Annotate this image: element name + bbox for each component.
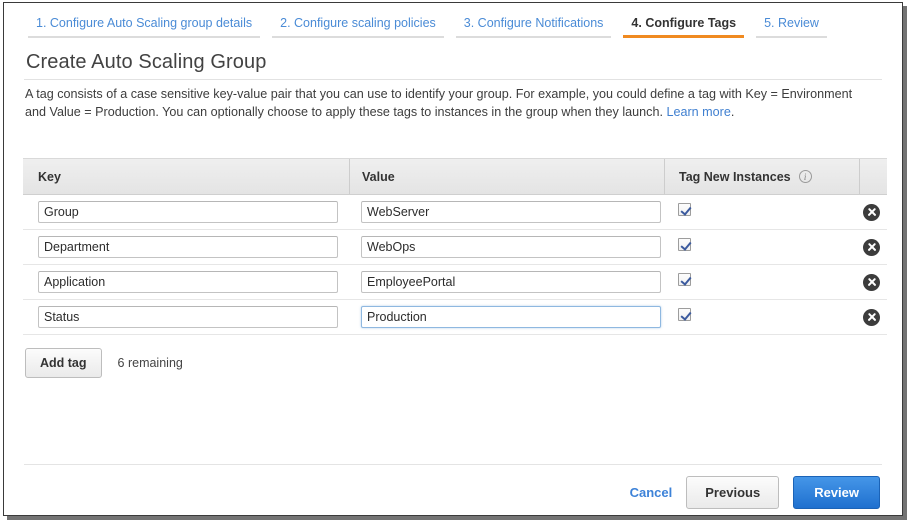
- tab-active-underline: [623, 35, 745, 38]
- tag-key-input[interactable]: [38, 271, 338, 293]
- tab-label: 3. Configure Notifications: [463, 16, 604, 30]
- cell-value: [349, 306, 664, 328]
- tag-value-input[interactable]: [361, 271, 661, 293]
- tags-remaining-label: 6 remaining: [117, 356, 183, 370]
- screenshot-root: 1. Configure Auto Scaling group details …: [0, 0, 910, 525]
- tab-label: 5. Review: [764, 16, 819, 30]
- tab-underline: [28, 36, 261, 38]
- table-row: [23, 300, 887, 335]
- wizard-tab-bar: 1. Configure Auto Scaling group details …: [22, 13, 884, 41]
- cell-key: [23, 201, 349, 223]
- window-content: 1. Configure Auto Scaling group details …: [4, 3, 902, 515]
- review-button[interactable]: Review: [793, 476, 880, 509]
- cell-value: [349, 236, 664, 258]
- tab-underline: [272, 36, 444, 38]
- tag-new-instances-checkbox[interactable]: [678, 308, 691, 321]
- tab-configure-group-details[interactable]: 1. Configure Auto Scaling group details: [22, 13, 266, 38]
- tags-table: Key Value Tag New Instances i: [23, 158, 887, 335]
- column-header-key: Key: [38, 169, 61, 184]
- tag-value-input[interactable]: [361, 236, 661, 258]
- cell-tag-new-instances: [664, 273, 859, 291]
- cell-key: [23, 271, 349, 293]
- remove-tag-icon[interactable]: [863, 238, 880, 256]
- title-divider: [24, 79, 882, 80]
- tag-value-input[interactable]: [361, 201, 661, 223]
- remove-tag-icon[interactable]: [863, 203, 880, 221]
- tab-label: 1. Configure Auto Scaling group details: [36, 16, 253, 30]
- tags-table-header: Key Value Tag New Instances i: [23, 158, 887, 195]
- add-tag-row: Add tag 6 remaining: [25, 348, 183, 378]
- cell-value: [349, 201, 664, 223]
- cell-key: [23, 236, 349, 258]
- table-row: [23, 265, 887, 300]
- tag-new-instances-checkbox[interactable]: [678, 238, 691, 251]
- cell-value: [349, 271, 664, 293]
- column-header-label: Tag New Instances: [679, 169, 791, 184]
- info-icon[interactable]: i: [798, 170, 812, 183]
- column-header-actions: [859, 159, 887, 194]
- tag-key-input[interactable]: [38, 306, 338, 328]
- tab-configure-scaling-policies[interactable]: 2. Configure scaling policies: [266, 13, 450, 38]
- tab-underline: [756, 36, 827, 38]
- cell-tag-new-instances: [664, 203, 859, 221]
- cancel-link[interactable]: Cancel: [630, 485, 673, 500]
- tag-new-instances-checkbox[interactable]: [678, 203, 691, 216]
- remove-tag-icon[interactable]: [863, 308, 880, 326]
- table-row: [23, 195, 887, 230]
- previous-button[interactable]: Previous: [686, 476, 780, 509]
- cell-actions: [859, 308, 887, 326]
- add-tag-button[interactable]: Add tag: [25, 348, 102, 378]
- page-description: A tag consists of a case sensitive key-v…: [25, 85, 870, 121]
- tag-key-input[interactable]: [38, 201, 338, 223]
- tag-value-input[interactable]: [361, 306, 661, 328]
- table-row: [23, 230, 887, 265]
- column-header-tag-new-instances: Tag New Instances i: [664, 159, 859, 194]
- tag-key-input[interactable]: [38, 236, 338, 258]
- cell-tag-new-instances: [664, 308, 859, 326]
- tab-review[interactable]: 5. Review: [750, 13, 833, 38]
- tag-new-instances-checkbox[interactable]: [678, 273, 691, 286]
- cell-key: [23, 306, 349, 328]
- cell-actions: [859, 273, 887, 291]
- browser-window: 1. Configure Auto Scaling group details …: [3, 2, 903, 516]
- learn-more-link[interactable]: Learn more: [666, 105, 730, 119]
- column-header-value: Value: [349, 159, 664, 194]
- cell-actions: [859, 238, 887, 256]
- footer-divider: [24, 464, 882, 465]
- tab-configure-notifications[interactable]: 3. Configure Notifications: [450, 13, 618, 38]
- page-title: Create Auto Scaling Group: [26, 51, 267, 73]
- cell-tag-new-instances: [664, 238, 859, 256]
- tab-label: 4. Configure Tags: [631, 16, 737, 30]
- cell-actions: [859, 203, 887, 221]
- remove-tag-icon[interactable]: [863, 273, 880, 291]
- footer-actions: Cancel Previous Review: [630, 476, 880, 509]
- tab-label: 2. Configure scaling policies: [280, 16, 436, 30]
- tab-configure-tags[interactable]: 4. Configure Tags: [617, 13, 750, 38]
- tab-underline: [455, 36, 612, 38]
- description-text-end: .: [730, 105, 735, 119]
